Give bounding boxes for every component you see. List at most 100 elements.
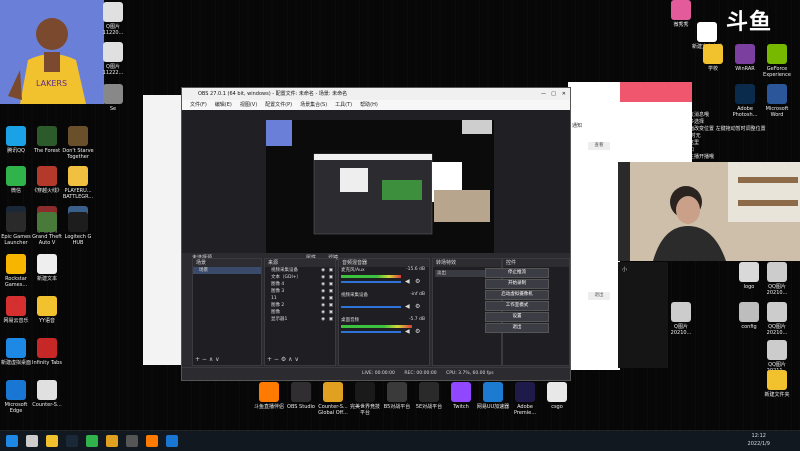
lock-icon[interactable]: ▣ (329, 316, 333, 323)
desktop-icon[interactable]: QQ图片 20210... (760, 262, 794, 296)
scene-controls[interactable]: + − ∧ ∨ (195, 356, 220, 363)
desktop-icon[interactable]: 斗鱼直播伴侣 (252, 382, 286, 410)
control-button[interactable]: 启动虚拟摄像机 (485, 290, 549, 300)
desktop-icon[interactable]: Counter-S... Global Off... (316, 382, 350, 416)
control-button[interactable]: 停止推流 (485, 268, 549, 278)
desktop-icon[interactable]: 完美世界竞技 平台 (348, 382, 382, 416)
desktop-icon[interactable]: The Forest (30, 126, 64, 154)
desktop-icon[interactable]: 新建文件夹 (760, 370, 794, 398)
desktop-icon[interactable]: 学校 (696, 44, 730, 72)
desktop-icon[interactable]: Epic Games Launcher (0, 212, 33, 246)
eye-icon[interactable]: ◉ (321, 274, 325, 281)
volume-slider[interactable] (341, 281, 401, 283)
desktop-icon[interactable]: Q图片 11222... (96, 42, 130, 76)
desktop-icon[interactable]: 微信 (0, 166, 33, 194)
eye-icon[interactable]: ◉ (321, 281, 325, 288)
speaker-icon[interactable]: ◀ (405, 303, 410, 310)
source-item[interactable]: 图像 4 ◉ ▣ (265, 281, 335, 288)
control-button[interactable]: 开始录制 (485, 279, 549, 289)
menu-item[interactable]: 工具(T) (335, 102, 352, 108)
eye-icon[interactable]: ◉ (321, 288, 325, 295)
desktop-icon[interactable]: Infinity Tabs (30, 338, 64, 366)
lock-icon[interactable]: ▣ (329, 288, 333, 295)
desktop-icon[interactable]: Se (96, 84, 130, 112)
lock-icon[interactable]: ▣ (329, 302, 333, 309)
maximize-button[interactable]: □ (551, 88, 556, 100)
desktop-icon[interactable]: csgo (540, 382, 574, 410)
view-button[interactable]: 查看 (588, 142, 610, 150)
steam-icon[interactable] (66, 435, 78, 447)
source-item[interactable]: 11 ◉ ▣ (265, 295, 335, 302)
desktop-icon[interactable]: 《穿越火线》 (30, 166, 64, 194)
eye-icon[interactable]: ◉ (321, 309, 325, 316)
minimize-button[interactable]: — (541, 88, 546, 100)
control-button[interactable]: 退出 (485, 323, 549, 333)
desktop-icon[interactable]: Twitch (444, 382, 478, 410)
desktop-icon[interactable]: OBS Studio (284, 382, 318, 410)
search-icon[interactable] (26, 435, 38, 447)
explorer-icon[interactable] (46, 435, 58, 447)
source-item[interactable]: 显示器1 ◉ ▣ (265, 316, 335, 323)
menu-item[interactable]: 场景集合(S) (300, 102, 327, 108)
desktop-icon[interactable]: 网易云音乐 (0, 296, 33, 324)
source-item[interactable]: 图像 3 ◉ ▣ (265, 288, 335, 295)
obs-window[interactable]: OBS 27.0.1 (64 bit, windows) - 配置文件: 未命名… (181, 87, 571, 381)
close-button[interactable]: ✕ (562, 88, 566, 100)
desktop-icon[interactable]: Adobe Premie... (508, 382, 542, 416)
obs-preview[interactable] (182, 110, 570, 253)
desktop-icon[interactable]: WinRAR (728, 44, 762, 72)
lock-icon[interactable]: ▣ (329, 274, 333, 281)
desktop-icon[interactable]: Grand Theft Auto V (30, 212, 64, 246)
desktop-icon[interactable]: 5E对战平台 (412, 382, 446, 410)
lock-icon[interactable]: ▣ (329, 295, 333, 302)
desktop-icon[interactable]: Microsoft Edge (0, 380, 33, 414)
obs-icon[interactable] (126, 435, 138, 447)
speaker-icon[interactable]: ◀ (405, 278, 410, 285)
desktop-icon[interactable]: GeForce Experience (760, 44, 794, 78)
lock-icon[interactable]: ▣ (329, 309, 333, 316)
gear-icon[interactable]: ⚙ (415, 278, 420, 285)
source-item[interactable]: 图像 2 ◉ ▣ (265, 302, 335, 309)
desktop-icon[interactable]: B5对战平台 (380, 382, 414, 410)
desktop-icon[interactable]: QQ图片 20211... (760, 340, 794, 374)
desktop-icon[interactable]: Q图片 11220... (96, 2, 130, 36)
source-controls[interactable]: + − ⚙ ∧ ∨ (267, 356, 299, 363)
menu-item[interactable]: 编辑(E) (215, 102, 232, 108)
control-button[interactable]: 工作室模式 (485, 301, 549, 311)
eye-icon[interactable]: ◉ (321, 302, 325, 309)
desktop-icon[interactable]: Logitech G HUB (61, 212, 95, 246)
speaker-icon[interactable]: ◀ (405, 328, 410, 335)
gear-icon[interactable]: ⚙ (415, 303, 420, 310)
wechat-icon[interactable] (86, 435, 98, 447)
source-item[interactable]: 文本（GDI+） ◉ ▣ (265, 274, 335, 281)
desktop-icon[interactable]: 新建文本 (30, 254, 64, 282)
desktop-icon[interactable]: PLAYERU... BATTLEGR... (61, 166, 95, 200)
scene-item[interactable]: 场景 (193, 267, 261, 274)
menu-item[interactable]: 视图(V) (240, 102, 257, 108)
desktop-icon[interactable]: Rockstar Games... (0, 254, 33, 288)
eye-icon[interactable]: ◉ (321, 295, 325, 302)
source-item[interactable]: 图像 ◉ ▣ (265, 309, 335, 316)
desktop-icon[interactable]: YY语音 (30, 296, 64, 324)
clock[interactable]: 12:12 2022/1/9 (748, 432, 770, 448)
eye-icon[interactable]: ◉ (321, 267, 325, 274)
lock-icon[interactable]: ▣ (329, 267, 333, 274)
exit-button[interactable]: 退出 (588, 292, 610, 300)
douyu-icon[interactable] (146, 435, 158, 447)
menu-item[interactable]: 文件(F) (190, 102, 207, 108)
volume-slider[interactable] (341, 331, 401, 333)
desktop-icon[interactable]: Q图片 20210... (664, 302, 698, 336)
eye-icon[interactable]: ◉ (321, 316, 325, 323)
menu-item[interactable]: 帮助(H) (360, 102, 378, 108)
source-item[interactable]: 视频采集设备 ◉ ▣ (265, 267, 335, 274)
desktop-icon[interactable]: 新建虚拟桌面 (0, 338, 33, 366)
desktop-icon[interactable]: QQ图片 20210... (760, 302, 794, 336)
csgo-icon[interactable] (106, 435, 118, 447)
gear-icon[interactable]: ⚙ (415, 328, 420, 335)
windows-icon[interactable] (6, 435, 18, 447)
desktop-icon[interactable]: Don't Starve Together (61, 126, 95, 160)
lock-icon[interactable]: ▣ (329, 281, 333, 288)
volume-slider[interactable] (341, 306, 401, 308)
desktop-icon[interactable]: 网易UU加速器 (476, 382, 510, 410)
desktop-icon[interactable]: Counter-S... (30, 380, 64, 408)
